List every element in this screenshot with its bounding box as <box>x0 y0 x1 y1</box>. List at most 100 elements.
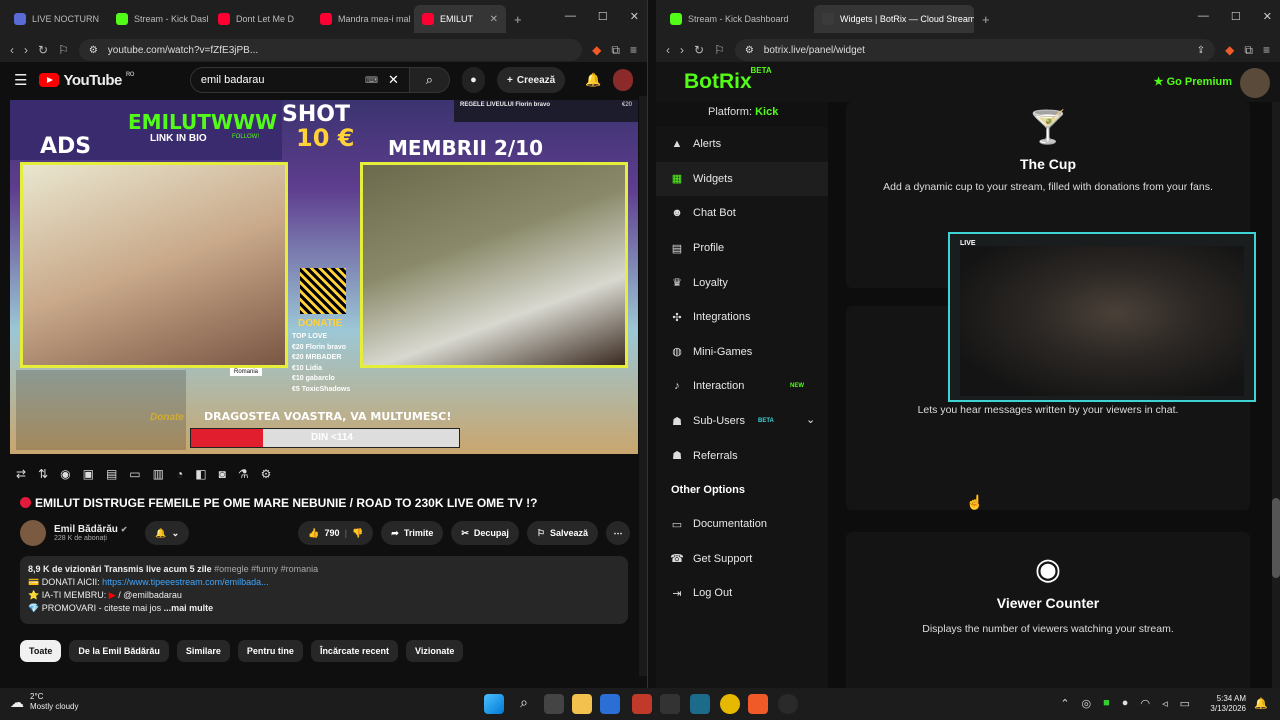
channel-name[interactable]: Emil Bădărău <box>54 524 118 535</box>
wifi-icon[interactable]: ◠ <box>1140 697 1150 710</box>
address-bar[interactable]: ⚙ youtube.com/watch?v=fZfE3jPB... <box>78 39 583 61</box>
account-avatar[interactable] <box>613 69 633 91</box>
app-icon-3[interactable] <box>660 694 680 714</box>
scrollbar[interactable] <box>639 96 647 676</box>
chip-filter[interactable]: Încărcate recent <box>310 640 398 662</box>
sidebar-item-widgets[interactable]: ▦ Widgets <box>656 161 828 197</box>
new-tab-icon[interactable]: + <box>514 12 522 27</box>
app-icon-2[interactable] <box>632 694 652 714</box>
speed-icon[interactable]: ◔ <box>176 467 183 481</box>
weather-widget[interactable]: ☁ 2°C Mostly cloudy <box>10 692 78 712</box>
screen-icon[interactable]: ▥ <box>153 467 164 481</box>
subscribe-bell-button[interactable]: 🔔 ⌄ <box>145 521 190 545</box>
close-tab-icon[interactable]: ✕ <box>490 14 498 25</box>
chip-filter[interactable]: De la Emil Bădărău <box>69 640 169 662</box>
site-info-icon[interactable]: ⚙ <box>745 45 754 56</box>
site-info-icon[interactable]: ⚙ <box>89 45 98 56</box>
share-button[interactable]: ➦ Trimite <box>381 521 444 545</box>
back-icon[interactable]: ‹ <box>10 43 14 57</box>
miniplayer-icon[interactable]: ▣ <box>83 467 94 481</box>
go-premium-button[interactable]: ★ Go Premium <box>1154 75 1232 88</box>
address-bar[interactable]: ⚙ botrix.live/panel/widget ⇪ <box>734 39 1216 61</box>
bookmark-icon[interactable]: ⚐ <box>58 43 69 57</box>
sidebar-item-documentation[interactable]: ▭ Documentation <box>656 507 828 542</box>
clear-search-icon[interactable]: ✕ <box>388 72 399 88</box>
create-button[interactable]: + Creează <box>497 67 566 93</box>
chip-filter[interactable]: Similare <box>176 640 230 662</box>
maximize-icon[interactable]: ☐ <box>598 10 608 23</box>
audio-icon[interactable]: ◉ <box>60 467 70 481</box>
crop-icon[interactable]: ◧ <box>195 467 206 481</box>
chip-filter[interactable]: Pentru tine <box>237 640 303 662</box>
search-button[interactable]: ⌕ <box>409 67 450 93</box>
start-icon[interactable] <box>484 694 504 714</box>
tab-right-1[interactable]: Widgets | BotRix — Cloud Stream✕ <box>814 5 974 33</box>
sidebar-item-get-support[interactable]: ☎ Get Support <box>656 542 828 577</box>
sidebar-item-mini-games[interactable]: ◍ Mini-Games <box>656 335 828 370</box>
app-icon-6[interactable] <box>778 694 798 714</box>
search-input[interactable]: emil badarau ⌨ ✕ <box>189 67 410 93</box>
sidebar-item-interaction[interactable]: ♪ Interaction NEW <box>656 369 828 404</box>
chevron-down-icon[interactable]: ⌄ <box>806 413 815 426</box>
keyboard-icon[interactable]: ⌨ <box>365 75 378 86</box>
tray-app-icon[interactable]: ◎ <box>1082 697 1092 710</box>
close-window-icon[interactable]: ✕ <box>1263 10 1272 23</box>
tray-green-icon[interactable]: ■ <box>1103 697 1110 710</box>
thumbs-down-icon[interactable]: 👎 <box>352 528 363 539</box>
botrix-logo[interactable]: BotRix BETA <box>684 66 772 94</box>
tab-left-2[interactable]: Dont Let Me D <box>210 5 310 33</box>
sidebar-item-profile[interactable]: ▤ Profile <box>656 231 828 266</box>
save-button[interactable]: ⚐ Salvează <box>526 521 598 545</box>
tab-right-0[interactable]: Stream - Kick Dashboard <box>662 5 812 33</box>
film-icon[interactable]: ▤ <box>106 467 117 481</box>
settings-icon[interactable]: ⚙ <box>261 467 272 481</box>
user-avatar[interactable] <box>1240 68 1270 98</box>
show-more-link[interactable]: ...mai multe <box>164 603 214 613</box>
battery-icon[interactable]: ▭ <box>1180 697 1190 710</box>
bell-icon[interactable]: 🔔 <box>585 72 601 88</box>
forward-icon[interactable]: › <box>24 43 28 57</box>
tab-left-0[interactable]: LIVE NOCTURN <box>6 5 106 33</box>
new-tab-icon[interactable]: + <box>982 12 990 27</box>
maximize-icon[interactable]: ☐ <box>1231 10 1241 23</box>
reload-icon[interactable]: ↻ <box>694 43 704 57</box>
file-explorer-icon[interactable] <box>572 694 592 714</box>
clip-button[interactable]: ✂ Decupaj <box>451 521 519 545</box>
sidebar-item-referrals[interactable]: ☗ Referrals <box>656 438 828 473</box>
brave-shield-icon[interactable]: ◆ <box>592 43 601 57</box>
channel-avatar[interactable] <box>20 520 46 546</box>
bookmark-icon[interactable]: ⚐ <box>714 43 725 57</box>
sidebar-item-sub-users[interactable]: ☗ Sub-Users BETA ⌄ <box>656 404 828 439</box>
screenshot-icon[interactable]: ◙ <box>219 467 226 481</box>
brave-shield-icon[interactable]: ◆ <box>1225 43 1234 57</box>
sort-icon[interactable]: ⇅ <box>38 467 48 481</box>
widget-card-viewer-counter[interactable]: ◉ Viewer Counter Displays the number of … <box>846 532 1250 688</box>
tray-chevron-icon[interactable]: ⌃ <box>1060 697 1069 710</box>
share-page-icon[interactable]: ⇪ <box>1197 45 1205 56</box>
hamburger-icon[interactable]: ☰ <box>14 71 27 89</box>
scrollbar[interactable] <box>1272 102 1280 688</box>
forward-icon[interactable]: › <box>680 43 684 57</box>
tray-mic-icon[interactable]: ● <box>1122 697 1129 710</box>
voice-search-button[interactable]: ● <box>461 67 486 93</box>
app-icon-1[interactable] <box>600 694 620 714</box>
notification-icon[interactable]: 🔔 <box>1254 697 1268 710</box>
clock[interactable]: 5:34 AM 3/13/2026 <box>1210 694 1246 714</box>
flask-icon[interactable]: ⚗ <box>238 467 249 481</box>
volume-icon[interactable]: ◃ <box>1162 697 1168 710</box>
brave-browser-icon[interactable] <box>748 694 768 714</box>
reload-icon[interactable]: ↻ <box>38 43 48 57</box>
youtube-logo[interactable]: YouTube RO <box>39 72 134 89</box>
task-view-icon[interactable] <box>544 694 564 714</box>
picture-icon[interactable]: ▭ <box>129 467 140 481</box>
tab-left-4[interactable]: EMILUT ✕ <box>414 5 506 33</box>
sidebar-item-loyalty[interactable]: ♛ Loyalty <box>656 265 828 300</box>
extensions-icon[interactable]: ⧉ <box>1244 43 1253 58</box>
loop-icon[interactable]: ⇄ <box>16 467 26 481</box>
chip-filter[interactable]: Vizionate <box>405 640 464 662</box>
chip-filter[interactable]: Toate <box>20 640 62 662</box>
more-actions-button[interactable]: ⋯ <box>606 521 630 545</box>
video-player[interactable]: ADS EMILUTWWW LINK IN BIO FOLLOW! SHOT 1… <box>10 100 638 454</box>
menu-icon[interactable]: ≡ <box>1263 43 1270 57</box>
like-button[interactable]: 👍 790 | 👎 <box>298 521 374 545</box>
